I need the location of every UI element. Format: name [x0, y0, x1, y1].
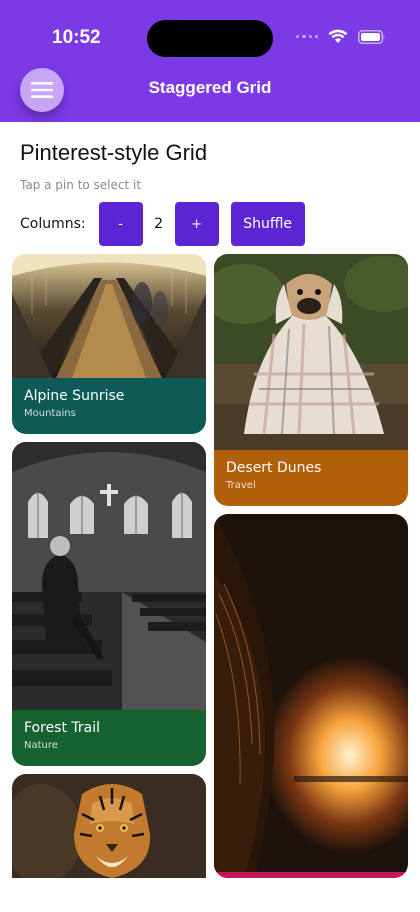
app-header: 10:52 Staggered Grid — [0, 0, 420, 122]
escalator-photo — [12, 254, 206, 378]
tiger-photo — [12, 774, 206, 878]
card-caption: Alpine Sunrise Mountains — [12, 378, 206, 434]
columns-value: 2 — [154, 216, 164, 232]
shuffle-button[interactable]: Shuffle — [230, 202, 305, 246]
church-interior-photo — [12, 442, 206, 710]
wifi-icon — [328, 29, 348, 44]
card-caption: Forest Trail Nature — [12, 710, 206, 766]
horse-fire-photo — [214, 514, 408, 878]
grid-card[interactable]: Alpine Sunrise Mountains — [12, 254, 206, 434]
page-subtitle: Tap a pin to select it — [20, 178, 142, 192]
battery-icon — [358, 29, 386, 44]
dog-blanket-photo — [214, 254, 408, 450]
page-title: Pinterest-style Grid — [20, 140, 208, 165]
status-time: 10:52 — [52, 27, 101, 48]
increase-columns-button[interactable]: + — [174, 202, 219, 246]
status-bar: 10:52 — [0, 0, 420, 60]
card-caption: Desert Dunes Travel — [214, 450, 408, 506]
grid-card[interactable] — [214, 514, 408, 878]
card-subtitle: Nature — [24, 740, 58, 751]
app-title: Staggered Grid — [148, 78, 272, 97]
status-icons — [296, 29, 386, 44]
grid-card[interactable]: Forest Trail Nature — [12, 442, 206, 766]
decrease-columns-button[interactable]: - — [98, 202, 143, 246]
column-controls: Columns: - 2 + Shuffle — [20, 202, 305, 246]
card-title: Desert Dunes — [226, 460, 322, 476]
grid-card[interactable]: Desert Dunes Travel — [214, 254, 408, 506]
signal-icon — [296, 34, 318, 40]
columns-label: Columns: — [20, 216, 86, 232]
card-title: Alpine Sunrise — [24, 388, 125, 404]
dynamic-island — [147, 20, 273, 57]
card-subtitle: Travel — [226, 480, 256, 491]
card-title: Forest Trail — [24, 720, 101, 736]
card-subtitle: Mountains — [24, 408, 76, 419]
grid-card[interactable] — [12, 774, 206, 878]
